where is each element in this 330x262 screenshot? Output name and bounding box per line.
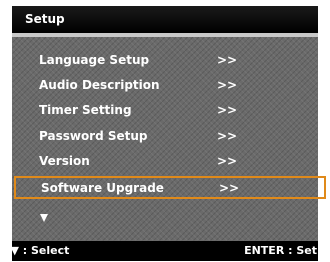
menu-item-language-setup[interactable]: Language Setup >>: [12, 48, 318, 72]
footer-hint-bar: ▲▼ : Select ENTER : Set: [2, 241, 318, 261]
menu-item-version[interactable]: Version >>: [12, 149, 318, 173]
setup-menu-panel: Setup Language Setup >> Audio Descriptio…: [2, 6, 326, 261]
menu-item-software-upgrade[interactable]: Software Upgrade >>: [14, 176, 326, 199]
menu-item-label: Audio Description: [39, 78, 160, 92]
submenu-arrow-icon: >>: [217, 154, 238, 168]
menu-item-label: Version: [39, 154, 90, 168]
submenu-arrow-icon: >>: [217, 53, 238, 67]
menu-item-audio-description[interactable]: Audio Description >>: [12, 73, 318, 97]
submenu-arrow-icon: >>: [217, 129, 238, 143]
menu-item-label: Timer Setting: [39, 103, 132, 117]
submenu-arrow-icon: >>: [217, 78, 238, 92]
menu-list: Language Setup >> Audio Description >> T…: [12, 37, 326, 241]
submenu-arrow-icon: >>: [219, 181, 240, 195]
enter-hint: ENTER : Set: [244, 244, 317, 257]
menu-item-label: Password Setup: [39, 129, 148, 143]
menu-item-label: Software Upgrade: [41, 181, 164, 195]
submenu-arrow-icon: >>: [217, 103, 238, 117]
title-bar: Setup: [12, 6, 318, 33]
select-hint: ▲▼ : Select: [2, 244, 70, 257]
menu-item-password-setup[interactable]: Password Setup >>: [12, 124, 318, 148]
menu-item-timer-setting[interactable]: Timer Setting >>: [12, 98, 318, 122]
menu-item-label: Language Setup: [39, 53, 150, 67]
scroll-down-indicator-icon[interactable]: [40, 214, 48, 222]
menu-title: Setup: [25, 12, 65, 26]
